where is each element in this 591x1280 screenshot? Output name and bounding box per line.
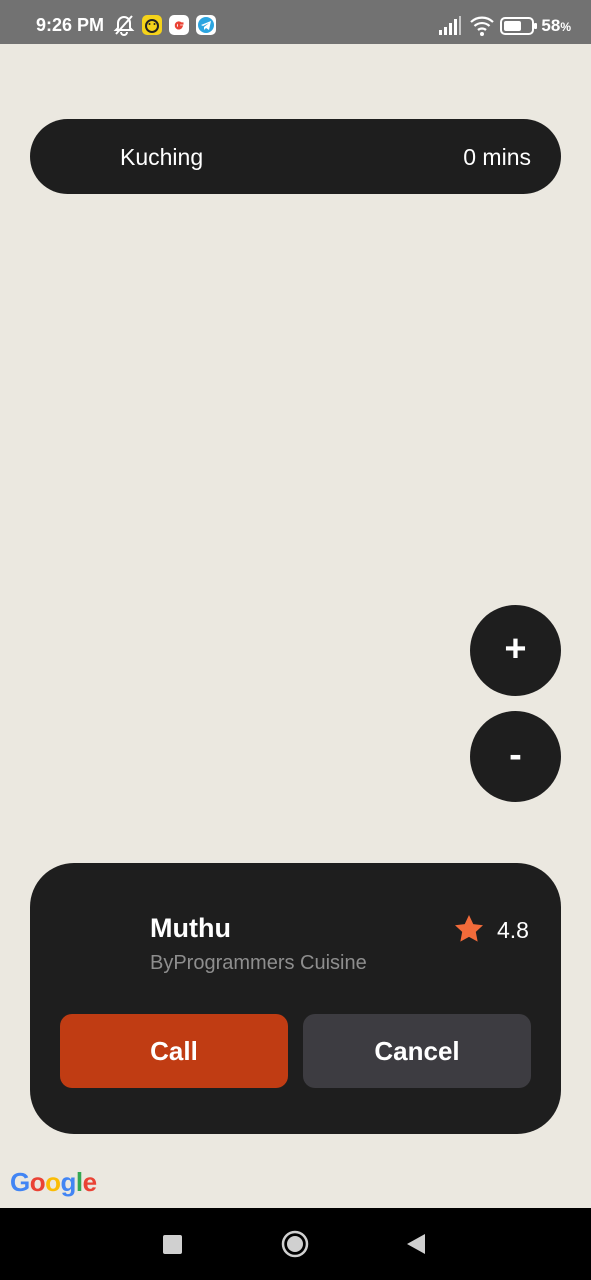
- recents-square-icon[interactable]: [163, 1235, 182, 1259]
- back-triangle-icon[interactable]: [406, 1233, 426, 1260]
- eta-label: 0 mins: [463, 144, 531, 170]
- telegram-icon: [195, 14, 217, 41]
- battery-percent: 58%: [541, 16, 571, 35]
- status-bar: 9:26 PM 58%: [0, 0, 591, 44]
- emoji-app-icon: [141, 14, 163, 41]
- google-app-icon: [168, 14, 190, 41]
- zoom-in-button[interactable]: +: [470, 605, 561, 696]
- navigation-bar: [0, 1208, 591, 1280]
- call-button[interactable]: Call: [60, 1014, 288, 1088]
- star-icon: [453, 913, 485, 945]
- signal-icon: [438, 16, 462, 41]
- route-info-bar: Kuching 0 mins: [30, 119, 561, 194]
- zoom-out-button[interactable]: -: [470, 711, 561, 802]
- google-logo: Google: [10, 1167, 97, 1197]
- cancel-button[interactable]: Cancel: [303, 1014, 531, 1088]
- rating-value: 4.8: [497, 917, 529, 943]
- home-circle-icon[interactable]: [281, 1230, 309, 1263]
- battery-icon: [500, 16, 538, 41]
- alarm-off-icon: [113, 14, 135, 41]
- driver-subtitle: ByProgrammers Cuisine: [150, 952, 367, 974]
- driver-card: Muthu ByProgrammers Cuisine 4.8 Call Can…: [30, 863, 561, 1134]
- status-time: 9:26 PM: [36, 15, 105, 35]
- driver-name: Muthu: [150, 913, 231, 943]
- location-label: Kuching: [120, 144, 204, 170]
- wifi-icon: [469, 15, 495, 42]
